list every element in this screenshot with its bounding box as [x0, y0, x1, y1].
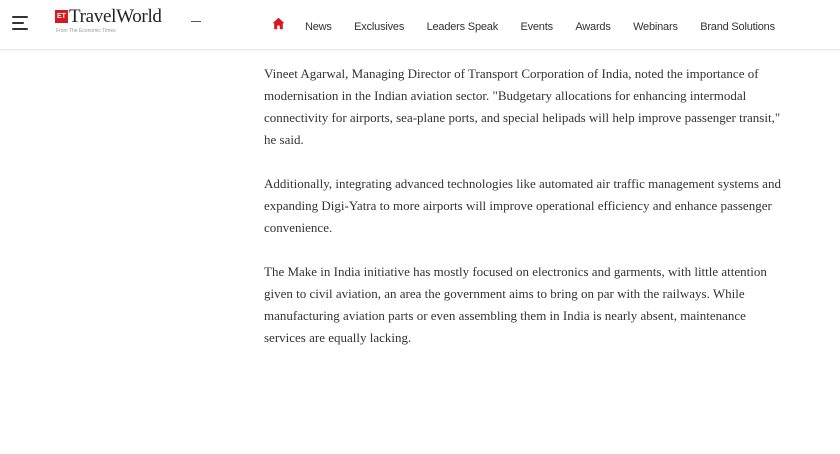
- top-header: ET TravelWorld From The Economic Times N…: [0, 0, 840, 50]
- article-body: Vineet Agarwal, Managing Director of Tra…: [264, 63, 784, 371]
- nav-item-events[interactable]: Events: [520, 21, 553, 33]
- nav-item-awards[interactable]: Awards: [575, 21, 610, 33]
- nav-item-brand-solutions[interactable]: Brand Solutions: [700, 21, 775, 33]
- nav-item-exclusives[interactable]: Exclusives: [354, 21, 404, 33]
- nav-item-leaders-speak[interactable]: Leaders Speak: [427, 21, 499, 33]
- logo-name: TravelWorld: [69, 6, 162, 27]
- logo-et-badge: ET: [55, 10, 68, 23]
- hamburger-line: [12, 16, 28, 18]
- nav-item-news[interactable]: News: [305, 21, 332, 33]
- article-paragraph: The Make in India initiative has mostly …: [264, 264, 767, 345]
- nav-item-webinars[interactable]: Webinars: [633, 21, 678, 33]
- home-icon[interactable]: [272, 17, 285, 30]
- article-paragraph: Additionally, integrating advanced techn…: [264, 176, 781, 235]
- hamburger-line: [12, 22, 24, 24]
- hamburger-line: [12, 28, 28, 30]
- logo-dash: [191, 21, 201, 22]
- article-paragraph: Vineet Agarwal, Managing Director of Tra…: [264, 66, 781, 147]
- hamburger-menu-icon[interactable]: [12, 16, 28, 30]
- main-nav: News Exclusives Leaders Speak Events Awa…: [305, 17, 793, 33]
- logo-subtitle: From The Economic Times: [56, 28, 116, 34]
